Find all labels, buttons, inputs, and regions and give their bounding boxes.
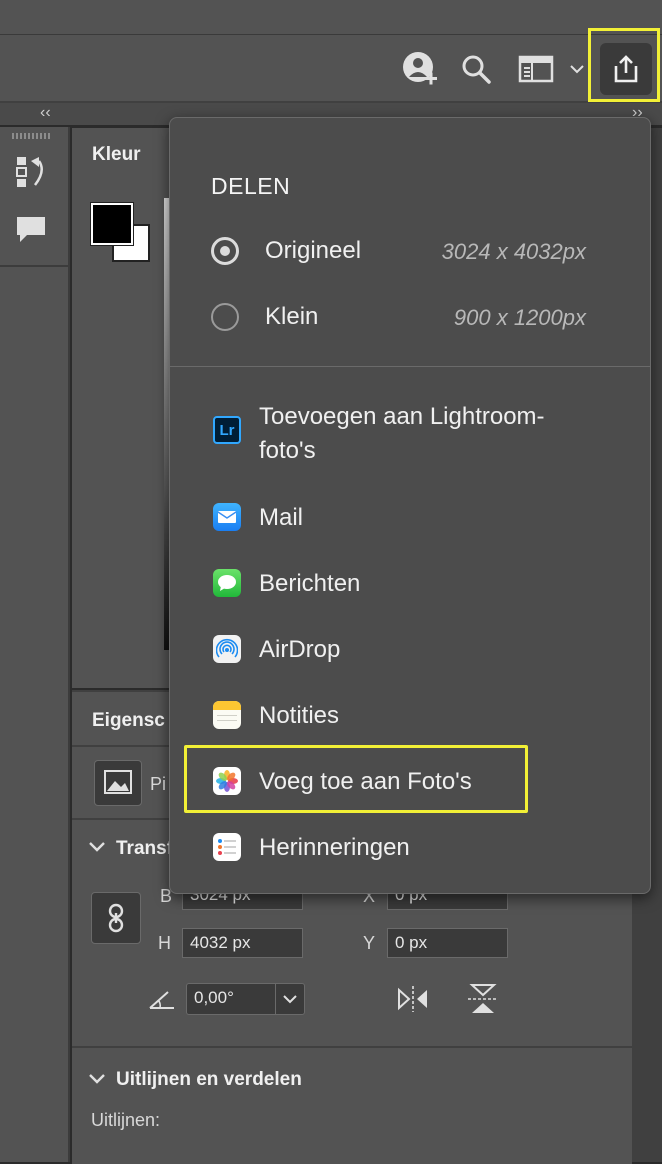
option-original-size: 3024 x 4032px [441,239,586,264]
notes-icon [213,701,241,729]
menu-item-airdrop-label: AirDrop [259,636,341,663]
angle-field[interactable]: 0,00° [186,983,276,1015]
height-label: H [158,933,171,953]
y-label: Y [363,933,376,953]
chevron-down-icon[interactable] [564,49,590,89]
highlight-voeg-toe-aan-fotos [184,745,528,813]
link-dimensions-button[interactable] [91,892,141,944]
radio-small[interactable] [211,303,239,331]
height-field[interactable]: 4032 px [182,928,303,958]
history-icon[interactable] [15,155,47,194]
angle-icon [148,988,176,1015]
invite-user-icon[interactable] [400,49,440,89]
menu-item-mail-label: Mail [259,504,304,531]
menu-item-berichten[interactable]: Berichten [170,558,650,608]
flip-vertical-icon[interactable] [466,982,500,1021]
menu-item-mail[interactable]: Mail [170,492,650,542]
window-top-strip [0,0,662,35]
menu-item-herinneringen[interactable]: Herinneringen [170,822,650,872]
tab-kleur[interactable]: Kleur [72,128,164,182]
divider [72,1046,632,1048]
radio-original[interactable] [211,237,239,265]
y-field[interactable]: 0 px [387,928,508,958]
align-section-title[interactable]: Uitlijnen en verdelen [116,1069,302,1091]
chevron-down-icon [283,995,297,1004]
tab-kleur-label: Kleur [92,144,141,165]
mail-icon [213,503,241,531]
option-small-size: 900 x 1200px [453,305,586,330]
tab-eigenschappen-label[interactable]: Eigensc [92,710,165,732]
reminders-icon [213,833,241,861]
layer-type-label: Pi [150,774,167,794]
option-small[interactable]: Klein 900 x 1200px [170,296,650,340]
option-small-label: Klein [265,303,319,330]
transform-section-title[interactable]: Transf [116,838,173,860]
pixel-layer-icon [94,760,142,806]
menu-item-lightroom[interactable]: Lr Toevoegen aan Lightroom- foto's [170,400,650,470]
airdrop-icon [213,635,241,663]
chevron-down-icon[interactable] [88,1072,106,1091]
flip-horizontal-icon[interactable] [396,984,430,1019]
option-original[interactable]: Origineel 3024 x 4032px [170,230,650,274]
angle-dropdown-button[interactable] [275,983,305,1015]
messages-icon [213,569,241,597]
left-tool-panel [0,127,68,267]
menu-item-herinneringen-label: Herinneringen [259,834,410,861]
menu-item-berichten-label: Berichten [259,570,361,597]
lightroom-icon: Lr [213,416,241,444]
left-dock [0,127,70,1162]
align-label: Uitlijnen: [91,1110,161,1130]
search-icon[interactable] [456,49,496,89]
menu-item-airdrop[interactable]: AirDrop [170,624,650,674]
top-toolbar [0,35,662,103]
menu-item-lightroom-label-line2: foto's [259,437,316,464]
foreground-color-swatch[interactable] [90,202,134,246]
chevron-down-icon[interactable] [88,840,106,859]
menu-item-lightroom-label-line1: Toevoegen aan Lightroom- [259,403,545,430]
menu-item-notities[interactable]: Notities [170,690,650,740]
comments-icon[interactable] [15,215,47,250]
panel-grip[interactable] [12,133,52,139]
workspace-layout-icon[interactable] [514,49,558,89]
share-button-highlight [588,28,660,102]
menu-divider [170,366,650,367]
menu-item-notities-label: Notities [259,702,340,729]
option-original-label: Origineel [265,237,362,264]
share-menu-title: DELEN [211,173,291,199]
collapse-left-panel-button[interactable]: ‹‹ [40,104,51,122]
link-icon [108,903,124,933]
